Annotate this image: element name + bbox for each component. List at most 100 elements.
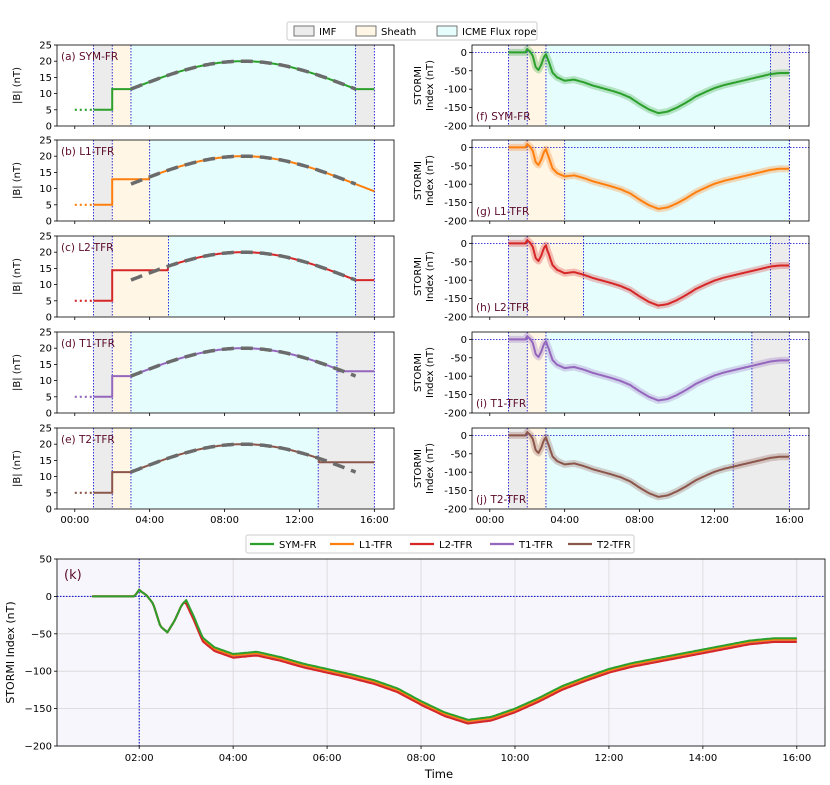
legend-label-l2-tfr: L2-TFR	[439, 540, 472, 551]
legend-label-t2-tfr: T2-TFR	[596, 540, 631, 551]
b-panel-1-label: (b) L1-TFR	[61, 146, 114, 158]
b-panel-0-ylabel: |B| (nT)	[12, 67, 23, 104]
b-panel-0-ytick-label-4: 20	[39, 57, 52, 68]
s-panel-1-ytick-label-4: -200	[444, 217, 467, 228]
s-panel-1-ytick-label-3: -150	[444, 198, 467, 209]
s-panel-4-region-2	[545, 428, 734, 509]
s-panel-4-ytick-label-2: -100	[444, 468, 467, 479]
b-panel-1-ytick-label-1: 5	[46, 200, 52, 211]
s-panel-4-label: (j) T2-TFR	[476, 494, 526, 506]
b-panel-2-ytick-label-5: 25	[39, 232, 52, 243]
b-panel-1-ytick-label-4: 20	[39, 152, 52, 163]
b-panel-3-ytick-label-0: 0	[46, 409, 52, 420]
b-panel-2-ytick-label-1: 5	[46, 296, 52, 307]
s-panel-2-label: (h) L2-TFR	[476, 302, 529, 314]
b-panel-3-ytick-label-1: 5	[46, 392, 52, 403]
k-ytick-label-3: −100	[25, 667, 52, 678]
legend-label-imf: IMF	[319, 27, 337, 38]
legend-label-sym-fr: SYM-FR	[279, 540, 316, 551]
s-panel-3-ytick-label-3: -150	[444, 390, 467, 401]
k-xtick-label-7: 16:00	[782, 753, 811, 764]
b-panel-1-region-2	[149, 140, 375, 221]
legend-label-sheath: Sheath	[381, 27, 416, 38]
s-panel-0-ytick-label-3: -150	[444, 103, 467, 114]
k-ylabel: STORMI Index (nT)	[4, 601, 17, 703]
b-panel-4-region-1	[112, 428, 131, 509]
legend-swatch-1	[355, 25, 377, 37]
k-xtick-label-4: 10:00	[501, 753, 530, 764]
b-panel-0-region-3	[355, 45, 375, 126]
s-panel-1-ytick-label-1: -50	[451, 161, 467, 172]
legend-label-icme-flux-rope: ICME Flux rope	[462, 27, 537, 38]
s-panel-2-ytick-label-0: 0	[461, 239, 467, 250]
b-panel-2-label: (c) L2-TFR	[61, 242, 113, 254]
background-layer	[57, 21, 825, 747]
s-panel-3-label: (i) T1-TFR	[476, 398, 526, 410]
s-panel-4-ytick-label-1: -50	[451, 449, 467, 460]
b-panel-3-ytick-label-2: 10	[39, 376, 52, 387]
b-panel-0-ytick-label-3: 15	[39, 73, 52, 84]
s-panel-xtick-label-1: 04:00	[550, 515, 579, 526]
k-ytick-label-2: −50	[31, 629, 52, 640]
s-panel-2-ylabel-1: STORMI	[413, 257, 424, 296]
b-panel-2-ytick-label-4: 20	[39, 248, 52, 259]
b-panel-2-ytick-label-2: 10	[39, 280, 52, 291]
b-panel-4-ytick-label-5: 25	[39, 424, 52, 435]
s-panel-2-ylabel-2: Index (nT)	[425, 251, 436, 302]
s-panel-0-ytick-label-4: -200	[444, 122, 467, 133]
s-panel-0-label: (f) SYM-FR	[476, 111, 531, 123]
k-xtick-label-0: 02:00	[125, 753, 154, 764]
s-panel-xtick-label-3: 12:00	[700, 515, 729, 526]
s-panel-4-ylabel-1: STORMI	[413, 449, 424, 488]
k-panel-label: (k)	[64, 568, 82, 583]
b-panel-0-label: (a) SYM-FR	[61, 51, 118, 63]
s-panel-3-region-3	[751, 332, 790, 413]
b-panel-0-ytick-label-1: 5	[46, 105, 52, 116]
b-panel-0-ytick-label-0: 0	[46, 122, 52, 133]
s-panel-4-ylabel-2: Index (nT)	[425, 443, 436, 494]
b-panel-xtick-label-0: 00:00	[60, 515, 89, 526]
s-panel-0-ylabel-2: Index (nT)	[425, 60, 436, 111]
k-xtick-label-5: 12:00	[595, 753, 624, 764]
k-xlabel: Time	[424, 767, 453, 781]
b-panel-4-ytick-label-3: 15	[39, 456, 52, 467]
b-panel-xtick-label-3: 12:00	[285, 515, 314, 526]
b-panel-4-region-2	[130, 428, 319, 509]
b-panel-1-ylabel: |B| (nT)	[12, 162, 23, 199]
b-panel-3-label: (d) T1-TFR	[61, 338, 115, 350]
k-ytick-label-1: 0	[46, 592, 52, 603]
s-panel-3-ytick-label-0: 0	[461, 335, 467, 346]
s-panel-1-ytick-label-2: -100	[444, 180, 467, 191]
b-panel-2-ylabel: |B| (nT)	[12, 258, 23, 295]
s-panel-2-ytick-label-3: -150	[444, 294, 467, 305]
b-panel-4-ytick-label-4: 20	[39, 440, 52, 451]
b-panel-0-ytick-label-2: 10	[39, 89, 52, 100]
b-panel-2-ytick-label-0: 0	[46, 313, 52, 324]
b-panel-3-ylabel: |B| (nT)	[12, 354, 23, 391]
b-panel-1-ytick-label-0: 0	[46, 217, 52, 228]
s-panel-2-ytick-label-4: -200	[444, 313, 467, 324]
b-panel-3-ytick-label-5: 25	[39, 328, 52, 339]
b-panel-4-ytick-label-1: 5	[46, 488, 52, 499]
s-panel-0-ytick-label-0: 0	[461, 48, 467, 59]
s-panel-xtick-label-2: 08:00	[625, 515, 654, 526]
s-panel-0-ytick-label-2: -100	[444, 85, 467, 96]
s-panel-0-ytick-label-1: -50	[451, 66, 467, 77]
k-xtick-label-3: 08:00	[407, 753, 436, 764]
s-panel-1-ylabel-2: Index (nT)	[425, 155, 436, 206]
s-panel-2-ytick-label-1: -50	[451, 257, 467, 268]
b-panel-2-region-3	[355, 236, 375, 317]
b-panel-2-region-2	[168, 236, 356, 317]
k-ytick-label-5: −200	[25, 742, 52, 753]
figure: IMF Sheath ICME Flux rope 0 5 10 15 20 25 |B| (nT…	[4, 21, 826, 781]
b-panel-xtick-label-4: 16:00	[360, 515, 389, 526]
b-panel-xtick-label-1: 04:00	[135, 515, 164, 526]
s-panel-0-region-3	[770, 45, 790, 126]
s-panel-0-ylabel-1: STORMI	[413, 66, 424, 105]
s-panel-2-region-3	[770, 236, 790, 317]
s-panel-3-ytick-label-4: -200	[444, 409, 467, 420]
k-ytick-label-0: 50	[39, 555, 52, 566]
b-panel-3-ytick-label-4: 20	[39, 344, 52, 355]
legend-swatch-0	[293, 25, 315, 37]
b-panel-4-label: (e) T2-TFR	[61, 434, 115, 446]
